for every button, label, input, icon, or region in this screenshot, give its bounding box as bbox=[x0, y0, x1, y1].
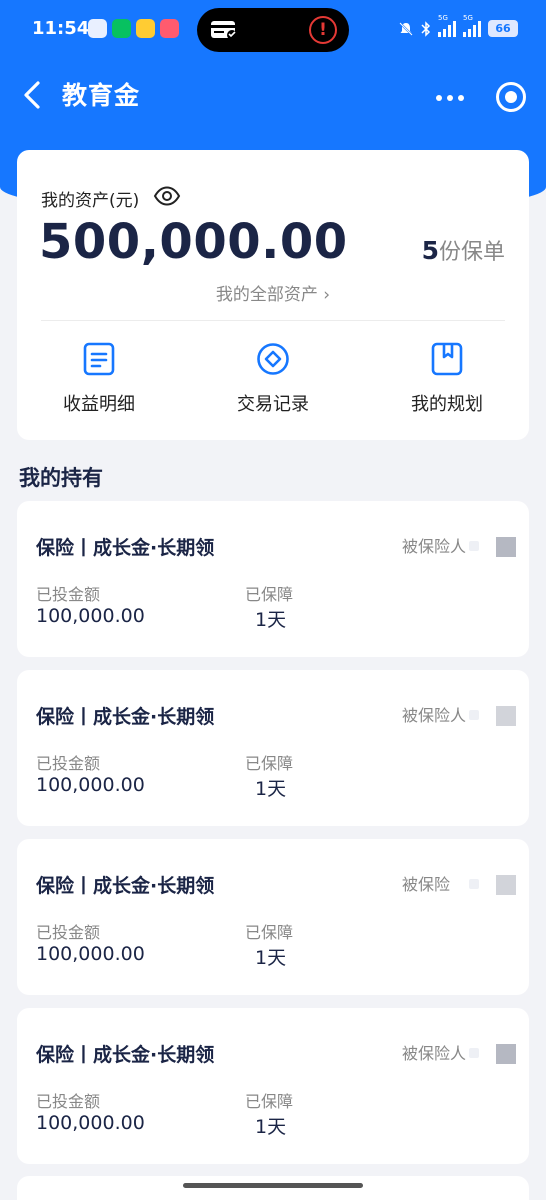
holding-name: 保险丨成长金·长期领 bbox=[36, 1044, 215, 1066]
wechat-icon bbox=[112, 19, 131, 38]
quick-action-transactions[interactable]: 交易记录 bbox=[198, 342, 348, 416]
covered-value: 1天 bbox=[255, 947, 287, 969]
redacted-mark bbox=[496, 706, 516, 726]
holding-name: 保险丨成长金·长期领 bbox=[36, 706, 215, 728]
covered-value: 1天 bbox=[255, 1116, 287, 1138]
bookmark-book-icon bbox=[431, 342, 463, 376]
mute-bell-icon bbox=[399, 21, 413, 36]
covered-value: 1天 bbox=[255, 609, 287, 631]
status-time: 11:54 bbox=[32, 18, 90, 39]
holding-name: 保险丨成长金·长期领 bbox=[36, 875, 215, 897]
holding-name: 保险丨成长金·长期领 bbox=[36, 537, 215, 559]
holdings-section-title: 我的持有 bbox=[19, 466, 103, 490]
back-icon[interactable] bbox=[20, 80, 44, 110]
invested-label: 已投金额 bbox=[36, 585, 101, 604]
invested-value: 100,000.00 bbox=[36, 605, 145, 627]
covered-value: 1天 bbox=[255, 778, 287, 800]
bluetooth-icon bbox=[421, 20, 431, 37]
policy-count-number: 5 bbox=[421, 236, 439, 265]
insured-label: 被保险人 bbox=[402, 537, 467, 556]
quick-action-label: 收益明细 bbox=[63, 394, 135, 415]
asset-amount: 500,000.00 bbox=[39, 214, 348, 270]
invested-label: 已投金额 bbox=[36, 1092, 101, 1111]
quick-action-label: 交易记录 bbox=[237, 394, 309, 415]
quick-action-my-plan[interactable]: 我的规划 bbox=[372, 342, 522, 416]
redacted-mark bbox=[469, 1048, 479, 1058]
quick-action-label: 我的规划 bbox=[411, 394, 483, 415]
redacted-mark bbox=[496, 1044, 516, 1064]
home-indicator[interactable] bbox=[183, 1183, 363, 1188]
dynamic-island[interactable]: ! bbox=[197, 8, 349, 52]
asset-summary-card: 我的资产(元) 500,000.00 5份保单 我的全部资产 › 收益明细 交易… bbox=[17, 150, 529, 440]
holding-card[interactable]: 保险丨成长金·长期领 被保险人 已投金额 100,000.00 已保障 1天 bbox=[17, 501, 529, 657]
redacted-mark bbox=[496, 875, 516, 895]
holding-card[interactable]: 保险丨成长金·长期领 被保险人 已投金额 100,000.00 已保障 1天 bbox=[17, 670, 529, 826]
battery-icon: 66 bbox=[488, 20, 518, 37]
alert-icon: ! bbox=[309, 16, 337, 44]
policy-count[interactable]: 5份保单 bbox=[422, 234, 505, 266]
redacted-mark bbox=[496, 537, 516, 557]
invested-value: 100,000.00 bbox=[36, 774, 145, 796]
diamond-circle-icon bbox=[257, 343, 289, 375]
quick-action-income-details[interactable]: 收益明细 bbox=[24, 342, 174, 416]
document-icon bbox=[83, 342, 115, 376]
all-assets-link[interactable]: 我的全部资产 › bbox=[17, 280, 529, 305]
covered-label: 已保障 bbox=[245, 1092, 294, 1111]
insured-label: 被保险人 bbox=[402, 1044, 467, 1063]
signal-icon: 5G bbox=[463, 14, 481, 37]
nav-bar: 教育金 bbox=[0, 62, 546, 126]
insured-label: 被保险人 bbox=[402, 706, 467, 725]
page-title: 教育金 bbox=[62, 81, 141, 110]
redacted-mark bbox=[469, 879, 479, 889]
invested-label: 已投金额 bbox=[36, 754, 101, 773]
policy-count-unit: 份保单 bbox=[438, 240, 505, 265]
app-notification-icon bbox=[88, 19, 107, 38]
card-icon bbox=[211, 21, 237, 40]
status-bar: 11:54 ! 5G 5G 66 bbox=[0, 0, 546, 62]
status-indicators: 5G 5G 66 bbox=[398, 14, 518, 37]
insured-label: 被保险 bbox=[402, 875, 451, 894]
holding-card[interactable]: 保险丨成长金·长期领 被保险人 已投金额 100,000.00 已保障 1天 bbox=[17, 1008, 529, 1164]
holding-card[interactable]: 保险丨成长金·长期领 被保险 已投金额 100,000.00 已保障 1天 bbox=[17, 839, 529, 995]
asset-label: 我的资产(元) bbox=[41, 191, 140, 211]
covered-label: 已保障 bbox=[245, 754, 294, 773]
holding-card-partial[interactable] bbox=[17, 1176, 529, 1200]
redacted-mark bbox=[469, 710, 479, 720]
invested-value: 100,000.00 bbox=[36, 1112, 145, 1134]
notification-app-icons bbox=[88, 19, 179, 38]
divider bbox=[41, 320, 505, 321]
app-notification-icon bbox=[160, 19, 179, 38]
invested-label: 已投金额 bbox=[36, 923, 101, 942]
more-icon[interactable] bbox=[436, 95, 464, 101]
covered-label: 已保障 bbox=[245, 585, 294, 604]
signal-icon: 5G bbox=[438, 14, 456, 37]
redacted-mark bbox=[469, 541, 479, 551]
covered-label: 已保障 bbox=[245, 923, 294, 942]
eye-icon[interactable] bbox=[153, 186, 181, 206]
close-miniapp-icon[interactable] bbox=[496, 82, 526, 112]
invested-value: 100,000.00 bbox=[36, 943, 145, 965]
mail-icon bbox=[136, 19, 155, 38]
